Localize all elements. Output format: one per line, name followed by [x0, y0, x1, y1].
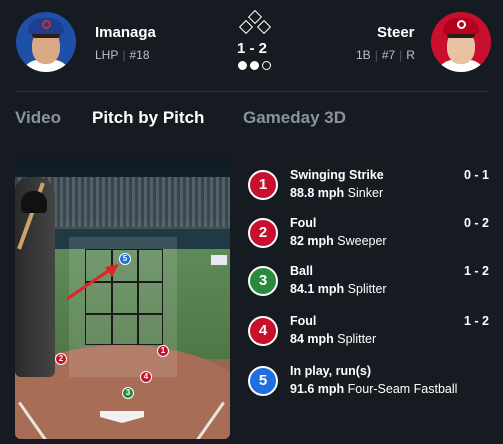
- batter-silhouette: [15, 177, 55, 377]
- header-divider: [15, 91, 488, 92]
- zone-marker-5[interactable]: 5: [119, 253, 131, 265]
- pitch-count: 1 - 2: [463, 314, 489, 328]
- pitch-description: 84 mph Splitter: [290, 332, 376, 346]
- pitcher-meta: LHP | #18: [95, 48, 150, 62]
- pitch-number-badge: 2: [248, 218, 278, 248]
- pitch-type: Sweeper: [337, 234, 387, 248]
- pitch-type: Splitter: [337, 332, 377, 346]
- batter-meta: 1B | #7 | R: [356, 48, 415, 62]
- pitch-result: Foul: [290, 314, 317, 328]
- tab-video[interactable]: Video: [15, 108, 61, 128]
- pitch-description: 88.8 mph Sinker: [290, 186, 383, 200]
- zone-marker-4[interactable]: 4: [140, 371, 152, 383]
- pitch-speed: 84.1 mph: [290, 282, 345, 296]
- pitch-type: Four-Seam Fastball: [347, 382, 458, 396]
- second-base-icon: [247, 9, 263, 25]
- pitch-description: 84.1 mph Splitter: [290, 282, 387, 296]
- batting-helmet: [21, 191, 47, 213]
- batter-number: #7: [381, 48, 396, 62]
- tab-pitch-by-pitch[interactable]: Pitch by Pitch: [92, 108, 204, 128]
- pitch-count: 0 - 1: [463, 168, 489, 182]
- pitcher-throws: LHP: [95, 48, 119, 62]
- pitch-count: 1 - 2: [463, 264, 489, 278]
- pitch-speed: 84 mph: [290, 332, 334, 346]
- pitch-speed: 88.8 mph: [290, 186, 345, 200]
- red-pointer-arrow-icon: [66, 264, 119, 301]
- zone-marker-1[interactable]: 1: [157, 345, 169, 357]
- pitch-row-1[interactable]: 1 Swinging Strike 0 - 1 88.8 mph Sinker: [248, 166, 493, 206]
- pitch-number-badge: 3: [248, 266, 278, 296]
- bases-icon: [237, 9, 273, 37]
- pitcher-name[interactable]: Imanaga: [95, 24, 156, 41]
- outfield-sign: [211, 255, 227, 265]
- pitch-speed: 91.6 mph: [290, 382, 345, 396]
- zone-marker-2[interactable]: 2: [55, 353, 67, 365]
- out-dot-1-icon: [238, 61, 247, 70]
- pitch-number-badge: 4: [248, 316, 278, 346]
- pitch-row-3[interactable]: 3 Ball 1 - 2 84.1 mph Splitter: [248, 262, 493, 302]
- first-base-icon: [256, 19, 272, 35]
- pitch-number-badge: 1: [248, 170, 278, 200]
- zone-marker-3[interactable]: 3: [122, 387, 134, 399]
- batter-headshot[interactable]: [431, 12, 491, 72]
- outs-indicator: [236, 61, 276, 71]
- pitch-result: Swinging Strike: [290, 168, 384, 182]
- pitch-row-2[interactable]: 2 Foul 0 - 2 82 mph Sweeper: [248, 214, 493, 254]
- pitch-row-5[interactable]: 5 In play, run(s) 91.6 mph Four-Seam Fas…: [248, 362, 493, 402]
- pitcher-headshot[interactable]: [16, 12, 76, 72]
- batter-name[interactable]: Steer: [377, 24, 415, 41]
- tab-gameday-3d[interactable]: Gameday 3D: [243, 108, 346, 128]
- pitch-result: Ball: [290, 264, 313, 278]
- pitch-speed: 82 mph: [290, 234, 334, 248]
- count-display: 1 - 2: [236, 40, 267, 57]
- pitch-result: In play, run(s): [290, 364, 372, 378]
- batter-bats: R: [406, 48, 415, 62]
- pitch-type: Splitter: [347, 282, 387, 296]
- pitch-description: 82 mph Sweeper: [290, 234, 387, 248]
- pitch-description: 91.6 mph Four-Seam Fastball: [290, 382, 457, 396]
- pitch-type: Sinker: [347, 186, 384, 200]
- matchup-header: Imanaga LHP | #18 1 - 2 Steer 1B | #7 | R: [0, 0, 503, 90]
- strike-zone-view[interactable]: 5 1 2 4 3: [15, 157, 230, 439]
- pitch-row-4[interactable]: 4 Foul 1 - 2 84 mph Splitter: [248, 312, 493, 352]
- pitch-number-badge: 5: [248, 366, 278, 396]
- out-dot-3-icon: [262, 61, 271, 70]
- out-dot-2-icon: [250, 61, 259, 70]
- pitcher-number: #18: [129, 48, 150, 62]
- third-base-icon: [238, 19, 254, 35]
- pitch-count: 0 - 2: [463, 216, 489, 230]
- batter-position: 1B: [356, 48, 371, 62]
- pitch-result: Foul: [290, 216, 317, 230]
